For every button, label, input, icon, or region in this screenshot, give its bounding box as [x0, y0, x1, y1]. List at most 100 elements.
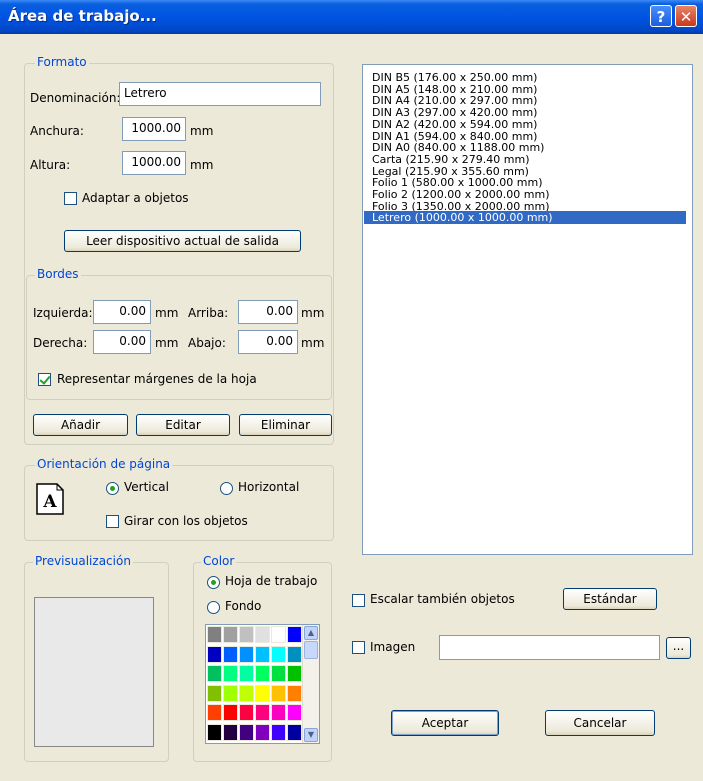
fondo-label[interactable]: Fondo [225, 599, 261, 613]
color-palette[interactable]: ▲ ▼ [205, 624, 320, 744]
color-swatch[interactable] [271, 684, 286, 702]
hoja-label[interactable]: Hoja de trabajo [225, 574, 317, 588]
color-swatch[interactable] [207, 704, 222, 721]
representar-margenes-label[interactable]: Representar márgenes de la hoja [57, 372, 257, 386]
color-swatch[interactable] [239, 645, 254, 663]
horizontal-label[interactable]: Horizontal [238, 480, 299, 494]
arriba-unit: mm [301, 306, 325, 320]
hoja-radio[interactable] [207, 576, 220, 589]
color-swatch[interactable] [223, 665, 238, 682]
color-swatch[interactable] [287, 684, 302, 702]
arriba-field[interactable]: 0.00 [238, 300, 298, 324]
color-group-label: Color [201, 554, 237, 568]
escalar-label[interactable]: Escalar también objetos [370, 592, 515, 606]
browse-button[interactable]: ... [666, 637, 691, 659]
color-swatch[interactable] [207, 645, 222, 663]
aceptar-button[interactable]: Aceptar [391, 710, 499, 736]
page-size-list[interactable]: DIN B5 (176.00 x 250.00 mm) DIN A5 (148.0… [362, 64, 693, 555]
previsualizacion-group-label: Previsualización [33, 554, 133, 568]
denominacion-field[interactable]: Letrero [119, 82, 321, 106]
izquierda-label: Izquierda: [33, 306, 93, 320]
color-swatch[interactable] [239, 626, 254, 643]
help-icon[interactable]: ? [650, 5, 672, 27]
anchura-field[interactable]: 1000.00 [122, 117, 186, 141]
orientacion-group [24, 465, 334, 541]
derecha-label: Derecha: [33, 336, 88, 350]
title-bar[interactable]: Área de trabajo... ? ✕ [0, 0, 703, 34]
estandar-button[interactable]: Estándar [563, 588, 657, 610]
color-swatch[interactable] [207, 723, 222, 741]
vertical-label[interactable]: Vertical [124, 480, 169, 494]
color-swatch[interactable] [223, 645, 238, 663]
escalar-checkbox[interactable] [352, 594, 365, 607]
page-size-item[interactable]: Letrero (1000.00 x 1000.00 mm) [364, 211, 686, 225]
vertical-radio[interactable] [106, 482, 119, 495]
izquierda-unit: mm [155, 306, 179, 320]
color-swatch[interactable] [287, 665, 302, 682]
leer-dispositivo-button[interactable]: Leer dispositivo actual de salida [64, 230, 301, 252]
horizontal-radio[interactable] [220, 482, 233, 495]
color-swatch[interactable] [223, 704, 238, 721]
girar-checkbox[interactable] [106, 515, 119, 528]
adaptar-label[interactable]: Adaptar a objetos [82, 191, 189, 205]
abajo-unit: mm [301, 336, 325, 350]
fondo-radio[interactable] [207, 601, 220, 614]
bordes-group-label: Bordes [35, 267, 81, 281]
scroll-up-icon[interactable]: ▲ [304, 626, 318, 640]
scroll-down-icon[interactable]: ▼ [304, 728, 318, 742]
altura-label: Altura: [30, 158, 71, 172]
orientacion-group-label: Orientación de página [35, 457, 173, 471]
editar-button[interactable]: Editar [136, 414, 230, 436]
color-swatch[interactable] [287, 626, 302, 643]
izquierda-field[interactable]: 0.00 [93, 300, 151, 324]
color-swatch[interactable] [239, 684, 254, 702]
close-icon[interactable]: ✕ [675, 5, 697, 27]
altura-unit: mm [190, 158, 214, 172]
color-swatch[interactable] [271, 645, 286, 663]
window-title: Área de trabajo... [8, 7, 157, 25]
altura-field[interactable]: 1000.00 [122, 151, 186, 175]
imagen-label[interactable]: Imagen [370, 640, 415, 654]
color-swatch[interactable] [239, 723, 254, 741]
color-swatch[interactable] [255, 645, 270, 663]
color-swatch[interactable] [239, 704, 254, 721]
abajo-label: Abajo: [188, 336, 226, 350]
color-swatch[interactable] [255, 626, 270, 643]
derecha-unit: mm [155, 336, 179, 350]
color-swatch[interactable] [255, 723, 270, 741]
girar-label[interactable]: Girar con los objetos [124, 514, 248, 528]
anchura-unit: mm [190, 124, 214, 138]
imagen-path-field[interactable] [439, 635, 660, 660]
color-swatch[interactable] [223, 723, 238, 741]
color-swatch[interactable] [287, 704, 302, 721]
derecha-field[interactable]: 0.00 [93, 330, 151, 354]
page-orientation-glyph: A [42, 492, 57, 512]
color-swatch[interactable] [271, 665, 286, 682]
color-swatch[interactable] [207, 626, 222, 643]
scroll-thumb[interactable] [304, 641, 318, 659]
color-swatch[interactable] [287, 645, 302, 663]
color-swatch[interactable] [207, 684, 222, 702]
preview-area [34, 597, 154, 747]
area-de-trabajo-dialog: Área de trabajo... ? ✕ Formato Denominac… [0, 0, 703, 781]
color-swatch[interactable] [271, 723, 286, 741]
anadir-button[interactable]: Añadir [33, 414, 128, 436]
color-swatch[interactable] [287, 723, 302, 741]
denominacion-label: Denominación: [30, 91, 121, 105]
cancelar-button[interactable]: Cancelar [545, 710, 655, 736]
color-swatch[interactable] [239, 665, 254, 682]
color-swatch[interactable] [223, 684, 238, 702]
color-swatch[interactable] [255, 704, 270, 721]
representar-margenes-checkbox[interactable] [38, 373, 51, 386]
color-swatch[interactable] [271, 704, 286, 721]
color-swatch[interactable] [255, 684, 270, 702]
eliminar-button[interactable]: Eliminar [239, 414, 332, 436]
color-swatch[interactable] [207, 665, 222, 682]
color-swatch[interactable] [271, 626, 286, 643]
color-swatch[interactable] [223, 626, 238, 643]
imagen-checkbox[interactable] [352, 641, 365, 654]
color-swatch[interactable] [255, 665, 270, 682]
abajo-field[interactable]: 0.00 [238, 330, 298, 354]
adaptar-checkbox[interactable] [64, 192, 77, 205]
palette-scrollbar[interactable]: ▲ ▼ [302, 625, 319, 743]
